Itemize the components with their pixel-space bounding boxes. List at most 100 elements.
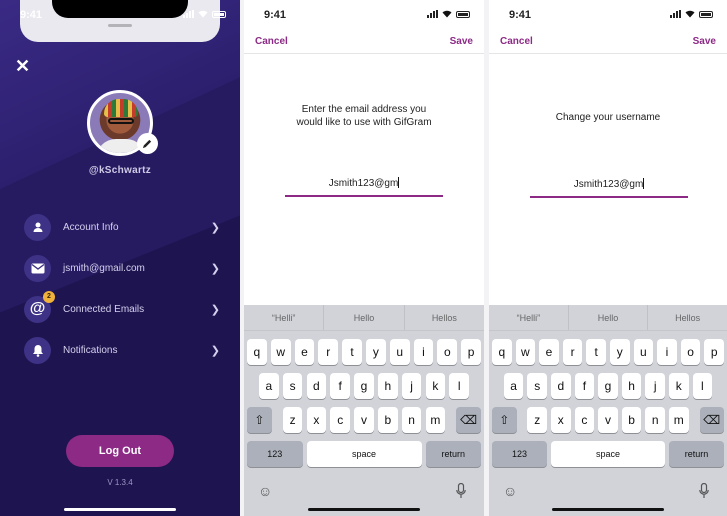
key-j[interactable]: j	[401, 373, 422, 399]
key-m[interactable]: m	[425, 407, 446, 433]
key-n[interactable]: n	[645, 407, 665, 433]
key-i[interactable]: i	[413, 339, 434, 365]
key-a[interactable]: a	[503, 373, 524, 399]
key-b[interactable]: b	[621, 407, 642, 433]
key-o[interactable]: o	[680, 339, 701, 365]
log-out-button[interactable]: Log Out	[66, 435, 174, 467]
signal-icon	[183, 10, 194, 18]
backspace-key[interactable]: ⌫	[456, 407, 481, 433]
save-button[interactable]: Save	[450, 36, 473, 47]
version-label: V 1.3.4	[107, 478, 133, 487]
key-i[interactable]: i	[657, 339, 677, 365]
key-f[interactable]: f	[330, 373, 351, 399]
home-indicator[interactable]	[308, 508, 420, 511]
status-bar: 9:41	[244, 0, 484, 28]
key-k[interactable]: k	[425, 373, 446, 399]
microphone-icon[interactable]	[456, 482, 466, 502]
email-prompt: Enter the email address you would like t…	[264, 103, 464, 129]
key-t[interactable]: t	[342, 339, 362, 365]
key-e[interactable]: e	[294, 339, 315, 365]
nav-bar: Cancel Save	[244, 30, 484, 54]
key-c[interactable]: c	[330, 407, 351, 433]
space-key[interactable]: space	[306, 441, 422, 467]
numbers-key[interactable]: 123	[492, 441, 547, 467]
key-y[interactable]: y	[366, 339, 386, 365]
username-field-value: Jsmith123@gm	[573, 179, 644, 190]
shift-key[interactable]: ⇧	[492, 407, 517, 433]
key-u[interactable]: u	[389, 339, 410, 365]
key-f[interactable]: f	[574, 373, 595, 399]
menu-item-account-info[interactable]: Account Info ❯	[24, 212, 220, 242]
save-button[interactable]: Save	[693, 36, 716, 47]
key-d[interactable]: d	[551, 373, 571, 399]
key-n[interactable]: n	[401, 407, 422, 433]
suggestion-item[interactable]: Hello	[567, 305, 648, 330]
key-d[interactable]: d	[306, 373, 327, 399]
home-indicator[interactable]	[552, 508, 664, 511]
edit-avatar-button[interactable]	[137, 133, 158, 154]
key-s[interactable]: s	[282, 373, 303, 399]
key-o[interactable]: o	[437, 339, 458, 365]
key-a[interactable]: a	[258, 373, 279, 399]
status-time: 9:41	[264, 9, 287, 21]
chevron-right-icon: ❯	[210, 262, 220, 275]
key-g[interactable]: g	[354, 373, 374, 399]
menu-item-notifications[interactable]: Notifications ❯	[24, 335, 220, 365]
chevron-right-icon: ❯	[210, 221, 220, 234]
shift-key[interactable]: ⇧	[247, 407, 272, 433]
key-h[interactable]: h	[621, 373, 642, 399]
key-y[interactable]: y	[610, 339, 630, 365]
suggestion-item[interactable]: Hellos	[647, 305, 727, 330]
close-icon[interactable]: ✕	[15, 56, 30, 77]
key-q[interactable]: q	[492, 339, 512, 365]
suggestion-item[interactable]: Hellos	[403, 305, 484, 330]
key-u[interactable]: u	[633, 339, 654, 365]
suggestion-item[interactable]: “Helli”	[489, 305, 568, 330]
emoji-icon[interactable]: ☺	[258, 483, 272, 499]
username-field[interactable]: Jsmith123@gm	[530, 178, 688, 198]
numbers-key[interactable]: 123	[247, 441, 303, 467]
key-h[interactable]: h	[377, 373, 398, 399]
home-indicator[interactable]	[64, 508, 176, 511]
suggestion-item[interactable]: “Helli”	[244, 305, 323, 330]
key-w[interactable]: w	[515, 339, 536, 365]
key-q[interactable]: q	[247, 339, 267, 365]
email-field[interactable]: Jsmith123@gm	[285, 177, 443, 197]
cancel-button[interactable]: Cancel	[500, 36, 533, 47]
space-key[interactable]: space	[551, 441, 665, 467]
key-t[interactable]: t	[586, 339, 606, 365]
microphone-icon[interactable]	[699, 482, 709, 502]
key-k[interactable]: k	[669, 373, 689, 399]
emoji-icon[interactable]: ☺	[503, 483, 517, 499]
key-s[interactable]: s	[527, 373, 547, 399]
key-r[interactable]: r	[562, 339, 583, 365]
pencil-icon	[142, 139, 152, 149]
return-key[interactable]: return	[669, 441, 724, 467]
key-c[interactable]: c	[574, 407, 595, 433]
key-e[interactable]: e	[539, 339, 559, 365]
key-j[interactable]: j	[645, 373, 665, 399]
menu-item-label: Notifications	[63, 344, 118, 356]
key-b[interactable]: b	[377, 407, 398, 433]
cancel-button[interactable]: Cancel	[255, 36, 288, 47]
key-l[interactable]: l	[692, 373, 713, 399]
key-x[interactable]: x	[306, 407, 327, 433]
key-z[interactable]: z	[527, 407, 547, 433]
key-v[interactable]: v	[354, 407, 374, 433]
suggestion-item[interactable]: Hello	[323, 305, 403, 330]
key-r[interactable]: r	[318, 339, 339, 365]
key-w[interactable]: w	[270, 339, 291, 365]
status-bar: 9:41	[0, 0, 240, 28]
key-p[interactable]: p	[704, 339, 724, 365]
key-l[interactable]: l	[449, 373, 470, 399]
key-x[interactable]: x	[551, 407, 571, 433]
menu-item-email[interactable]: jsmith@gmail.com ❯	[24, 253, 220, 283]
key-m[interactable]: m	[669, 407, 689, 433]
menu-item-connected-emails[interactable]: @ 2 Connected Emails ❯	[24, 290, 220, 324]
key-p[interactable]: p	[461, 339, 481, 365]
key-z[interactable]: z	[282, 407, 303, 433]
return-key[interactable]: return	[425, 441, 481, 467]
key-g[interactable]: g	[598, 373, 618, 399]
key-v[interactable]: v	[598, 407, 618, 433]
backspace-key[interactable]: ⌫	[699, 407, 724, 433]
